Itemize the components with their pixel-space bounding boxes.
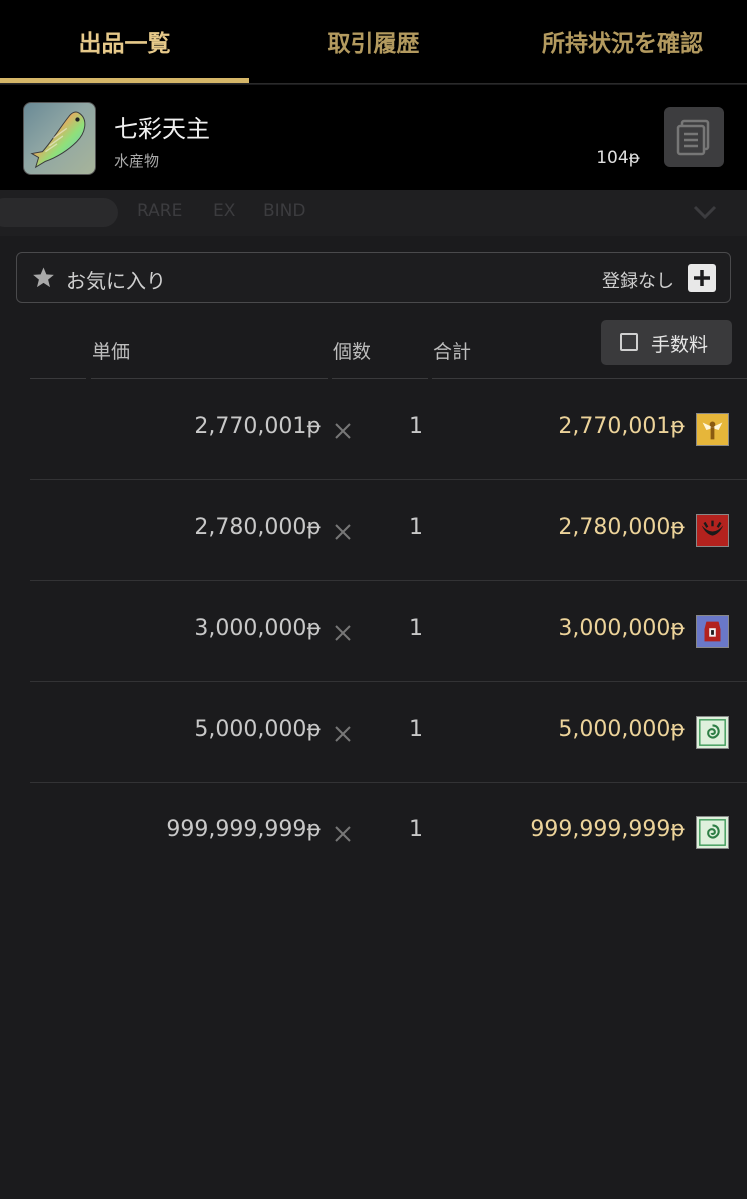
item-vendor-price: 104ᵽ <box>596 148 640 168</box>
gold-eagle-crest-icon <box>696 413 729 446</box>
tab-listings[interactable]: 出品一覧 <box>0 0 249 83</box>
item-name: 七彩天主 <box>114 115 210 143</box>
listing-row[interactable]: 2,780,000ᵽ 1 2,780,000ᵽ <box>30 481 747 581</box>
times-icon <box>335 826 351 842</box>
quantity: 1 <box>409 616 423 641</box>
quantity: 1 <box>409 515 423 540</box>
green-swirl-crest-icon <box>696 716 729 749</box>
unit-price: 2,770,001ᵽ <box>194 414 321 439</box>
total-price: 2,770,001ᵽ <box>558 414 685 439</box>
fee-toggle[interactable]: 手数料 <box>601 320 732 365</box>
total-price: 999,999,999ᵽ <box>530 817 685 842</box>
tab-inventory-check[interactable]: 所持状況を確認 <box>498 0 747 83</box>
fee-label: 手数料 <box>651 334 709 356</box>
quantity: 1 <box>409 414 423 439</box>
total-price: 3,000,000ᵽ <box>558 616 685 641</box>
item-category: 水産物 <box>114 152 160 170</box>
row-divider <box>30 479 747 480</box>
quantity: 1 <box>409 817 423 842</box>
unit-price: 5,000,000ᵽ <box>194 717 321 742</box>
favorites-label: お気に入り <box>66 269 166 293</box>
quantity: 1 <box>409 717 423 742</box>
total-price: 2,780,000ᵽ <box>558 515 685 540</box>
row-divider <box>30 681 747 682</box>
favorites-status: 登録なし <box>602 271 674 292</box>
column-header-total[interactable]: 合計 <box>433 337 471 364</box>
filter-tag-ex[interactable]: EX <box>213 201 235 221</box>
times-icon <box>335 423 351 439</box>
listing-row[interactable]: 5,000,000ᵽ 1 5,000,000ᵽ <box>30 683 747 783</box>
filter-strip: RARE EX BIND <box>0 190 747 236</box>
listing-row[interactable]: 3,000,000ᵽ 1 3,000,000ᵽ <box>30 582 747 682</box>
times-icon <box>335 625 351 641</box>
header-divider <box>332 378 428 379</box>
item-header: 七彩天主 水産物 104ᵽ <box>0 85 747 190</box>
row-divider <box>30 580 747 581</box>
fee-checkbox[interactable] <box>620 333 638 351</box>
chevron-down-icon[interactable] <box>693 203 717 221</box>
unit-price: 2,780,000ᵽ <box>194 515 321 540</box>
filter-search-pill[interactable] <box>0 198 118 227</box>
item-detail-button[interactable] <box>664 107 724 167</box>
column-header-quantity[interactable]: 個数 <box>333 337 371 364</box>
total-price: 5,000,000ᵽ <box>558 717 685 742</box>
filter-tag-bind[interactable]: BIND <box>263 201 305 221</box>
favorites-bar[interactable]: お気に入り 登録なし <box>16 252 731 303</box>
star-icon <box>33 267 54 288</box>
times-icon <box>335 524 351 540</box>
times-icon <box>335 726 351 742</box>
header-divider <box>30 378 86 379</box>
filter-tag-rare[interactable]: RARE <box>137 201 182 221</box>
green-swirl-crest-icon <box>696 816 729 849</box>
listing-row[interactable]: 999,999,999ᵽ 1 999,999,999ᵽ <box>30 783 747 883</box>
blue-flame-crest-icon <box>696 615 729 648</box>
listing-row[interactable]: 2,770,001ᵽ 1 2,770,001ᵽ <box>30 380 747 480</box>
header-divider <box>91 378 328 379</box>
market-board-screen: 出品一覧 取引履歴 所持状況を確認 七彩天主 水産物 104ᵽ RARE EX … <box>0 0 747 1199</box>
rainbow-fish-icon <box>23 102 96 175</box>
header-divider <box>432 378 747 379</box>
red-serpent-crest-icon <box>696 514 729 547</box>
column-header-unit-price[interactable]: 単価 <box>92 337 130 364</box>
add-favorite-icon[interactable] <box>688 264 716 292</box>
unit-price: 3,000,000ᵽ <box>194 616 321 641</box>
tab-history[interactable]: 取引履歴 <box>249 0 498 83</box>
unit-price: 999,999,999ᵽ <box>166 817 321 842</box>
tab-bar: 出品一覧 取引履歴 所持状況を確認 <box>0 0 747 84</box>
document-stack-icon <box>676 119 710 156</box>
